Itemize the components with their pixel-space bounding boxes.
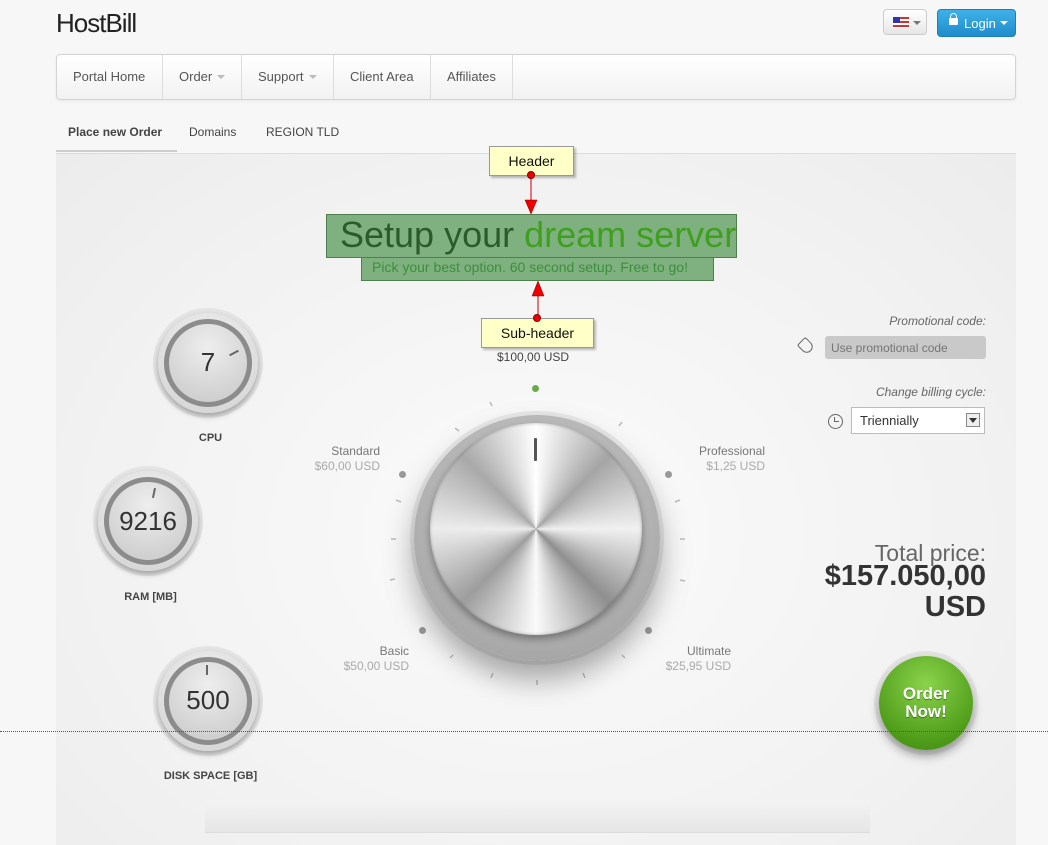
total-price-value: $157.050,00 xyxy=(824,560,986,592)
chevron-down-icon xyxy=(217,75,225,79)
promo-label: Promotional code: xyxy=(889,314,986,328)
knob-pointer xyxy=(534,438,537,461)
disk-value: 500 xyxy=(186,685,230,715)
tab-label: Domains xyxy=(189,125,237,139)
plan-name: Professional xyxy=(698,444,765,458)
chevron-down-icon xyxy=(1000,21,1008,25)
tab-region-tld[interactable]: REGION TLD xyxy=(266,113,339,152)
order-now-line2: Now! xyxy=(905,702,947,721)
tab-label: REGION TLD xyxy=(266,125,340,139)
disk-gauge-needle xyxy=(206,665,208,675)
tab-place-new-order[interactable]: Place new Order xyxy=(56,113,177,152)
order-now-line1: Order xyxy=(902,684,950,703)
annotation-dot xyxy=(533,314,541,322)
plan-basic[interactable]: Basic $50,00 USD xyxy=(318,644,409,674)
us-flag-icon xyxy=(893,17,909,28)
plan-name: Ultimate xyxy=(686,644,731,658)
billing-cycle-value: Triennially xyxy=(860,413,919,428)
disk-label: DISK SPACE [GB] xyxy=(163,770,258,782)
fold-line xyxy=(0,731,1048,732)
order-now-label: Order Now! xyxy=(879,685,973,721)
order-now-button[interactable]: Order Now! xyxy=(879,656,973,750)
annotation-dot xyxy=(527,171,535,179)
title-part-2: dream server xyxy=(524,214,737,255)
ram-value: 9216 xyxy=(119,506,177,536)
plan-indicator-standard[interactable] xyxy=(399,471,406,478)
subheader-callout: Sub-header xyxy=(481,318,594,348)
clock-icon xyxy=(828,414,843,429)
plan-price: $50,00 USD xyxy=(343,659,409,673)
language-selector[interactable] xyxy=(883,9,927,35)
plan-standard[interactable]: Standard $60,00 USD xyxy=(290,444,380,474)
chevron-down-icon xyxy=(966,413,980,427)
ram-label: RAM [MB] xyxy=(124,591,177,603)
login-button[interactable]: Login xyxy=(937,9,1016,37)
plan-name: Standard xyxy=(331,444,380,458)
page-subtitle: Pick your best option. 60 second setup. … xyxy=(372,259,688,275)
plan-price: $60,00 USD xyxy=(314,459,380,473)
title-part-1: Setup your xyxy=(340,214,525,255)
nav-item-label: Client Area xyxy=(350,69,414,84)
cpu-value: 7 xyxy=(200,347,216,377)
cpu-label: CPU xyxy=(198,432,223,444)
plan-professional[interactable]: Professional $1,25 USD xyxy=(670,444,765,474)
total-price-amount: $157.050,00 USD xyxy=(786,561,986,623)
promo-code-input[interactable] xyxy=(825,336,986,359)
logo[interactable]: HostBill xyxy=(56,8,137,39)
plan-indicator-basic[interactable] xyxy=(419,627,426,634)
plan-name: Basic xyxy=(379,644,409,658)
page-title: Setup your dream server xyxy=(340,214,740,256)
bottom-shelf xyxy=(205,800,870,833)
selected-price: $100,00 USD xyxy=(497,350,570,364)
nav-item-affiliates[interactable]: Affiliates xyxy=(431,55,513,99)
plan-ultimate[interactable]: Ultimate $25,95 USD xyxy=(640,644,731,674)
plan-price: $25,95 USD xyxy=(665,659,731,673)
chevron-down-icon xyxy=(913,21,921,25)
billing-cycle-select[interactable]: Triennially xyxy=(851,407,985,434)
chevron-down-icon xyxy=(309,75,317,79)
nav-item-label: Affiliates xyxy=(447,69,496,84)
main-navbar: Portal Home Order Support Client Area Af… xyxy=(56,54,1016,100)
tab-domains[interactable]: Domains xyxy=(189,113,236,152)
lock-icon xyxy=(949,13,958,25)
nav-item-support[interactable]: Support xyxy=(242,55,334,99)
nav-item-portal-home[interactable]: Portal Home xyxy=(57,55,163,99)
nav-item-label: Order xyxy=(179,69,213,84)
nav-item-label: Support xyxy=(258,69,304,84)
tab-label: Place new Order xyxy=(68,125,163,139)
billing-cycle-label: Change billing cycle: xyxy=(875,385,986,399)
plan-indicator-ultimate[interactable] xyxy=(645,627,652,634)
nav-item-client-area[interactable]: Client Area xyxy=(334,55,431,99)
nav-item-order[interactable]: Order xyxy=(163,55,242,99)
nav-item-label: Portal Home xyxy=(73,69,146,84)
plan-price: $1,25 USD xyxy=(706,459,765,473)
total-price-currency: USD xyxy=(924,591,986,623)
login-label: Login xyxy=(964,16,996,31)
